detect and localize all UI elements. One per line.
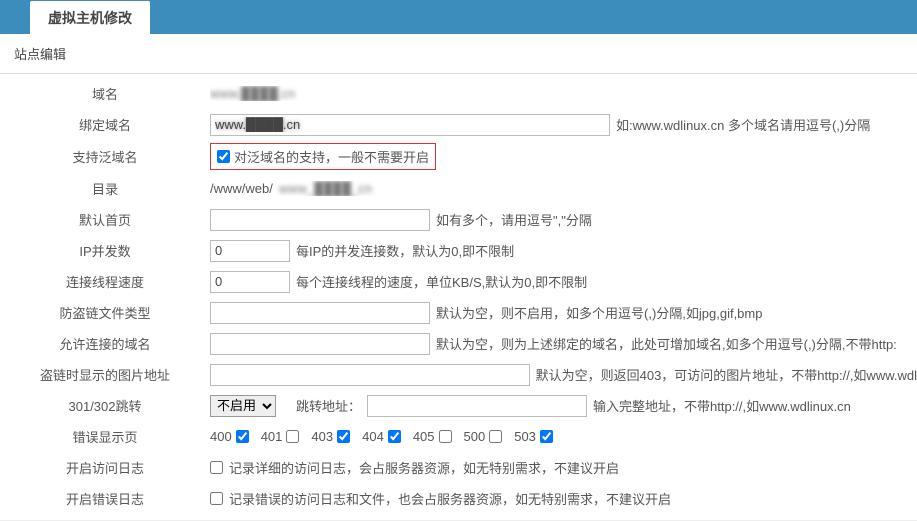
error-page-401: 401: [261, 429, 300, 444]
redirect-addr-input[interactable]: [367, 395, 587, 417]
leech-img-help: 默认为空，则返回403，可访问的图片地址，不带http://,如www.wdl: [536, 365, 917, 384]
error-page-checkbox-404[interactable]: [388, 430, 401, 443]
row-wildcard: 支持泛域名 对泛域名的支持，一般不需要开启: [0, 140, 917, 173]
error-page-403: 403: [311, 429, 350, 444]
wildcard-highlight: 对泛域名的支持，一般不需要开启: [210, 143, 436, 170]
error-page-code-404: 404: [362, 429, 384, 444]
wildcard-checkbox[interactable]: [217, 150, 230, 163]
conn-speed-input[interactable]: [210, 271, 290, 293]
error-page-404: 404: [362, 429, 401, 444]
error-page-503: 503: [514, 429, 553, 444]
wildcard-text: 对泛域名的支持，一般不需要开启: [234, 147, 429, 166]
row-error-pages: 错误显示页 400 401 403 404 405 500 503: [0, 421, 917, 452]
error-page-checkbox-400[interactable]: [236, 430, 249, 443]
label-anti-leech: 防盗链文件类型: [0, 303, 210, 322]
error-page-checkbox-405[interactable]: [439, 430, 452, 443]
row-anti-leech: 防盗链文件类型 默认为空，则不启用，如多个用逗号(,)分隔,如jpg,gif,b…: [0, 297, 917, 328]
label-error-pages: 错误显示页: [0, 427, 210, 446]
error-log-text: 记录错误的访问日志和文件，也会占服务器资源，如无特别需求，不建议开启: [229, 489, 671, 508]
leech-img-input[interactable]: [210, 364, 530, 386]
tab-bar: 虚拟主机修改: [0, 0, 917, 34]
form-area: 域名 www.████.cn 绑定域名 如:www.wdlinux.cn 多个域…: [0, 74, 917, 521]
ip-conn-input[interactable]: [210, 240, 290, 262]
redirect-addr-label: 跳转地址：: [296, 396, 361, 415]
error-page-checkbox-500[interactable]: [489, 430, 502, 443]
row-default-page: 默认首页 如有多个，请用逗号","分隔: [0, 204, 917, 235]
row-conn-speed: 连接线程速度 每个连接线程的速度，单位KB/S,默认为0,即不限制: [0, 266, 917, 297]
dir-value: www_████_cn: [279, 181, 372, 196]
row-leech-img: 盗链时显示的图片地址 默认为空，则返回403，可访问的图片地址，不带http:/…: [0, 359, 917, 390]
row-allow-domain: 允许连接的域名 默认为空，则为上述绑定的域名，此处可增加域名,如多个用逗号(,)…: [0, 328, 917, 359]
dir-prefix: /www/web/: [210, 181, 273, 196]
access-log-checkbox[interactable]: [210, 461, 223, 474]
error-page-code-403: 403: [311, 429, 333, 444]
label-wildcard: 支持泛域名: [0, 147, 210, 166]
error-page-code-400: 400: [210, 429, 232, 444]
allow-domain-input[interactable]: [210, 333, 430, 355]
row-bind-domain: 绑定域名 如:www.wdlinux.cn 多个域名请用逗号(,)分隔: [0, 109, 917, 140]
error-page-code-503: 503: [514, 429, 536, 444]
label-dir: 目录: [0, 179, 210, 198]
error-page-400: 400: [210, 429, 249, 444]
row-dir: 目录 /www/web/www_████_cn: [0, 173, 917, 204]
label-default-page: 默认首页: [0, 210, 210, 229]
anti-leech-input[interactable]: [210, 302, 430, 324]
label-bind-domain: 绑定域名: [0, 115, 210, 134]
error-page-code-405: 405: [413, 429, 435, 444]
error-page-checkbox-403[interactable]: [337, 430, 350, 443]
label-leech-img: 盗链时显示的图片地址: [0, 365, 210, 384]
label-redirect: 301/302跳转: [0, 396, 210, 415]
section-title: 站点编辑: [0, 34, 917, 74]
access-log-text: 记录详细的访问日志，会占服务器资源，如无特别需求，不建议开启: [229, 458, 619, 477]
error-page-code-401: 401: [261, 429, 283, 444]
error-page-500: 500: [464, 429, 503, 444]
row-redirect: 301/302跳转 不启用 跳转地址： 输入完整地址，不带http://,如ww…: [0, 390, 917, 421]
tab-vhost-edit[interactable]: 虚拟主机修改: [30, 1, 150, 34]
bind-domain-help: 如:www.wdlinux.cn 多个域名请用逗号(,)分隔: [616, 115, 870, 134]
label-allow-domain: 允许连接的域名: [0, 334, 210, 353]
default-page-help: 如有多个，请用逗号","分隔: [436, 210, 592, 229]
label-access-log: 开启访问日志: [0, 458, 210, 477]
allow-domain-help: 默认为空，则为上述绑定的域名，此处可增加域名,如多个用逗号(,)分隔,不带htt…: [436, 334, 897, 353]
row-domain: 域名 www.████.cn: [0, 78, 917, 109]
label-domain: 域名: [0, 84, 210, 103]
conn-speed-help: 每个连接线程的速度，单位KB/S,默认为0,即不限制: [296, 272, 587, 291]
redirect-select[interactable]: 不启用: [210, 395, 276, 417]
error-page-checkbox-503[interactable]: [540, 430, 553, 443]
error-log-checkbox[interactable]: [210, 492, 223, 505]
domain-value: www.████.cn: [210, 86, 295, 101]
anti-leech-help: 默认为空，则不启用，如多个用逗号(,)分隔,如jpg,gif,bmp: [436, 303, 762, 322]
tab-label: 虚拟主机修改: [48, 8, 132, 28]
label-conn-speed: 连接线程速度: [0, 272, 210, 291]
label-error-log: 开启错误日志: [0, 489, 210, 508]
bind-domain-input[interactable]: [210, 114, 610, 136]
row-access-log: 开启访问日志 记录详细的访问日志，会占服务器资源，如无特别需求，不建议开启: [0, 452, 917, 483]
label-ip-conn: IP并发数: [0, 241, 210, 260]
redirect-help: 输入完整地址，不带http://,如www.wdlinux.cn: [593, 396, 851, 415]
row-ip-conn: IP并发数 每IP的并发连接数，默认为0,即不限制: [0, 235, 917, 266]
default-page-input[interactable]: [210, 209, 430, 231]
error-page-code-500: 500: [464, 429, 486, 444]
error-page-405: 405: [413, 429, 452, 444]
ip-conn-help: 每IP的并发连接数，默认为0,即不限制: [296, 241, 514, 260]
row-error-log: 开启错误日志 记录错误的访问日志和文件，也会占服务器资源，如无特别需求，不建议开…: [0, 483, 917, 514]
error-page-checkbox-401[interactable]: [286, 430, 299, 443]
